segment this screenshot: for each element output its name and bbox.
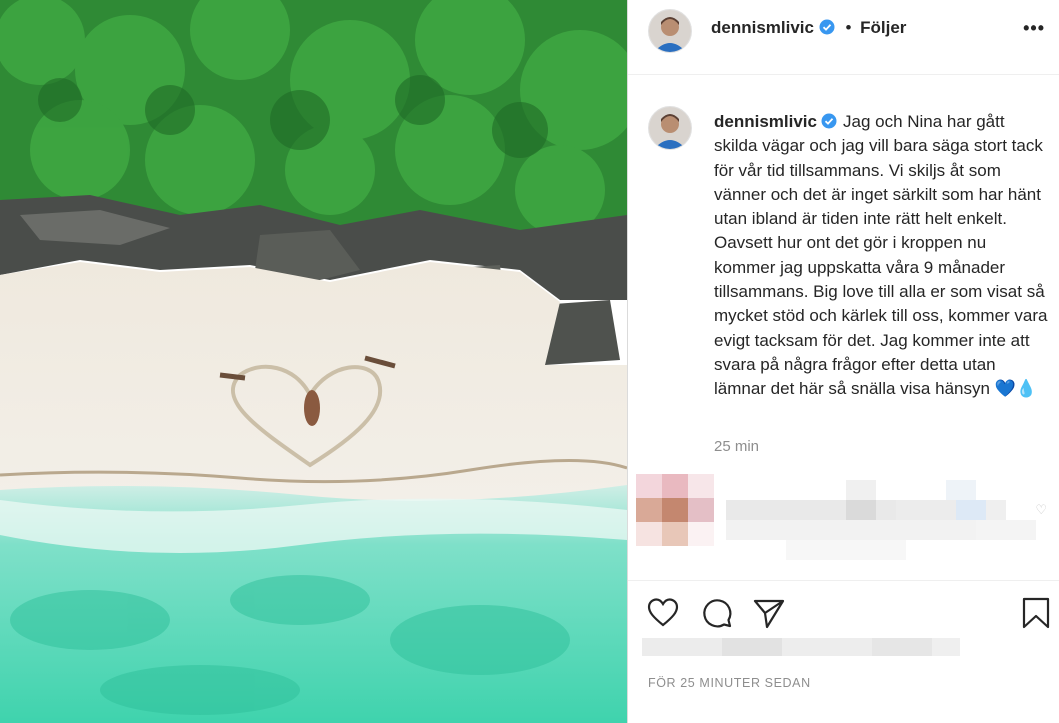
- heart-icon[interactable]: [646, 596, 680, 630]
- small-heart-icon[interactable]: ♡: [1035, 502, 1047, 518]
- bookmark-icon[interactable]: [1019, 596, 1053, 630]
- more-options-icon[interactable]: •••: [1023, 18, 1045, 39]
- post-timestamp[interactable]: FÖR 25 MINUTER SEDAN: [648, 676, 811, 690]
- comment-icon[interactable]: [700, 596, 734, 630]
- separator-dot: •: [845, 18, 852, 37]
- post-photo[interactable]: [0, 0, 627, 723]
- post-header: dennismlivic • Följer •••: [628, 0, 1059, 75]
- caption-avatar[interactable]: [648, 106, 692, 150]
- verified-badge-icon: [821, 113, 837, 129]
- username-link[interactable]: dennismlivic: [711, 18, 814, 37]
- post-panel: dennismlivic • Följer ••• dennismlivic J…: [628, 0, 1059, 723]
- actions-separator: [628, 580, 1059, 581]
- caption-text: Jag och Nina har gått skilda vägar och j…: [714, 112, 1048, 399]
- blurred-comment: [636, 474, 1059, 574]
- verified-badge-icon: [819, 19, 835, 35]
- blurred-likes: [642, 638, 962, 658]
- header-user-line: dennismlivic • Följer: [711, 18, 906, 38]
- caption-time[interactable]: 25 min: [714, 438, 759, 455]
- caption-username[interactable]: dennismlivic: [714, 112, 817, 131]
- instagram-post: dennismlivic • Följer ••• dennismlivic J…: [0, 0, 1059, 723]
- following-button[interactable]: Följer: [860, 18, 906, 37]
- paper-plane-icon[interactable]: [752, 596, 786, 630]
- post-caption: dennismlivic Jag och Nina har gått skild…: [714, 110, 1049, 402]
- avatar[interactable]: [648, 9, 692, 53]
